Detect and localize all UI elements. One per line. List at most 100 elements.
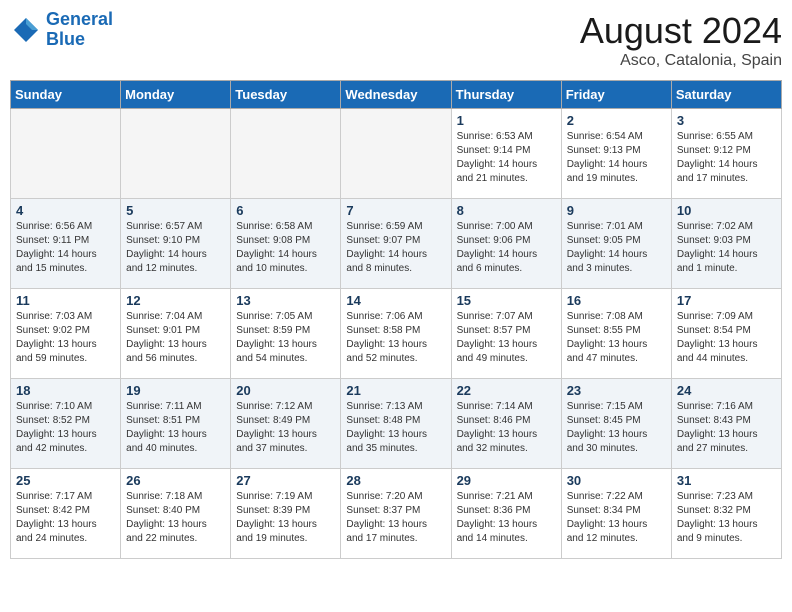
day-number: 19 (126, 383, 225, 398)
calendar-cell (341, 109, 451, 199)
day-info: Sunrise: 7:22 AMSunset: 8:34 PMDaylight:… (567, 490, 666, 546)
month-title: August 2024 (580, 10, 782, 52)
day-number: 28 (346, 473, 445, 488)
calendar-cell: 25Sunrise: 7:17 AMSunset: 8:42 PMDayligh… (11, 469, 121, 559)
calendar-cell: 16 Sunrise: 7:08 AMSunset: 8:55 PMDayligh… (561, 289, 671, 379)
day-number: 22 (457, 383, 556, 398)
day-number: 27 (236, 473, 335, 488)
calendar-cell: 10Sunrise: 7:02 AMSunset: 9:03 PMDayligh… (671, 199, 781, 289)
calendar-cell: 22 Sunrise: 7:14 AMSunset: 8:46 PMDayligh… (451, 379, 561, 469)
weekday-header: Sunday (11, 81, 121, 109)
day-info: Sunrise: 7:14 AMSunset: 8:46 PMDaylight:… (457, 400, 556, 456)
calendar-cell: 12 Sunrise: 7:04 AMSunset: 9:01 PMDayligh… (121, 289, 231, 379)
day-number: 8 (457, 203, 556, 218)
day-number: 5 (126, 203, 225, 218)
calendar-cell (231, 109, 341, 199)
day-info: Sunrise: 7:02 AMSunset: 9:03 PMDaylight:… (677, 220, 776, 276)
day-number: 14 (346, 293, 445, 308)
day-number: 4 (16, 203, 115, 218)
calendar-cell: 24 Sunrise: 7:16 AMSunset: 8:43 PMDayligh… (671, 379, 781, 469)
calendar-cell: 17 Sunrise: 7:09 AMSunset: 8:54 PMDayligh… (671, 289, 781, 379)
calendar-cell (11, 109, 121, 199)
calendar-cell: 4 Sunrise: 6:56 AMSunset: 9:11 PMDaylight… (11, 199, 121, 289)
day-info: Sunrise: 6:57 AMSunset: 9:10 PMDaylight:… (126, 220, 225, 276)
calendar-cell: 9Sunrise: 7:01 AMSunset: 9:05 PMDaylight… (561, 199, 671, 289)
day-number: 17 (677, 293, 776, 308)
calendar-cell: 2 Sunrise: 6:54 AMSunset: 9:13 PMDaylight… (561, 109, 671, 199)
day-info: Sunrise: 7:19 AMSunset: 8:39 PMDaylight:… (236, 490, 335, 546)
title-block: August 2024 Asco, Catalonia, Spain (580, 10, 782, 70)
calendar-cell: 26 Sunrise: 7:18 AMSunset: 8:40 PMDayligh… (121, 469, 231, 559)
day-info: Sunrise: 7:08 AMSunset: 8:55 PMDaylight:… (567, 310, 666, 366)
calendar-cell: 13 Sunrise: 7:05 AMSunset: 8:59 PMDayligh… (231, 289, 341, 379)
calendar-cell: 14 Sunrise: 7:06 AMSunset: 8:58 PMDayligh… (341, 289, 451, 379)
calendar-cell: 1 Sunrise: 6:53 AMSunset: 9:14 PMDaylight… (451, 109, 561, 199)
calendar-week-row: 11 Sunrise: 7:03 AMSunset: 9:02 PMDayligh… (11, 289, 782, 379)
calendar-cell: 27 Sunrise: 7:19 AMSunset: 8:39 PMDayligh… (231, 469, 341, 559)
day-info: Sunrise: 7:09 AMSunset: 8:54 PMDaylight:… (677, 310, 776, 366)
day-info: Sunrise: 7:11 AMSunset: 8:51 PMDaylight:… (126, 400, 225, 456)
day-number: 13 (236, 293, 335, 308)
day-info: Sunrise: 7:18 AMSunset: 8:40 PMDaylight:… (126, 490, 225, 546)
day-info: Sunrise: 6:55 AMSunset: 9:12 PMDaylight:… (677, 130, 776, 186)
day-info: Sunrise: 7:21 AMSunset: 8:36 PMDaylight:… (457, 490, 556, 546)
day-info: Sunrise: 7:23 AMSunset: 8:32 PMDaylight:… (677, 490, 776, 546)
day-number: 11 (16, 293, 115, 308)
day-number: 30 (567, 473, 666, 488)
day-number: 6 (236, 203, 335, 218)
day-info: Sunrise: 7:10 AMSunset: 8:52 PMDaylight:… (16, 400, 115, 456)
day-info: Sunrise: 7:06 AMSunset: 8:58 PMDaylight:… (346, 310, 445, 366)
calendar-cell: 21 Sunrise: 7:13 AMSunset: 8:48 PMDayligh… (341, 379, 451, 469)
day-number: 26 (126, 473, 225, 488)
calendar-table: SundayMondayTuesdayWednesdayThursdayFrid… (10, 80, 782, 559)
weekday-header: Wednesday (341, 81, 451, 109)
day-number: 15 (457, 293, 556, 308)
day-number: 24 (677, 383, 776, 398)
calendar-week-row: 18Sunrise: 7:10 AMSunset: 8:52 PMDayligh… (11, 379, 782, 469)
logo-text: General Blue (46, 10, 113, 50)
calendar-cell: 19 Sunrise: 7:11 AMSunset: 8:51 PMDayligh… (121, 379, 231, 469)
calendar-week-row: 25Sunrise: 7:17 AMSunset: 8:42 PMDayligh… (11, 469, 782, 559)
weekday-header: Thursday (451, 81, 561, 109)
day-number: 29 (457, 473, 556, 488)
day-info: Sunrise: 6:56 AMSunset: 9:11 PMDaylight:… (16, 220, 115, 276)
day-info: Sunrise: 7:20 AMSunset: 8:37 PMDaylight:… (346, 490, 445, 546)
page-header: General Blue August 2024 Asco, Catalonia… (10, 10, 782, 70)
day-info: Sunrise: 6:59 AMSunset: 9:07 PMDaylight:… (346, 220, 445, 276)
calendar-cell: 3Sunrise: 6:55 AMSunset: 9:12 PMDaylight… (671, 109, 781, 199)
calendar-cell: 20 Sunrise: 7:12 AMSunset: 8:49 PMDayligh… (231, 379, 341, 469)
weekday-header: Tuesday (231, 81, 341, 109)
day-info: Sunrise: 7:15 AMSunset: 8:45 PMDaylight:… (567, 400, 666, 456)
day-number: 21 (346, 383, 445, 398)
calendar-week-row: 1 Sunrise: 6:53 AMSunset: 9:14 PMDaylight… (11, 109, 782, 199)
day-info: Sunrise: 7:03 AMSunset: 9:02 PMDaylight:… (16, 310, 115, 366)
day-info: Sunrise: 7:04 AMSunset: 9:01 PMDaylight:… (126, 310, 225, 366)
day-info: Sunrise: 6:53 AMSunset: 9:14 PMDaylight:… (457, 130, 556, 186)
logo-icon (10, 14, 42, 46)
day-info: Sunrise: 7:00 AMSunset: 9:06 PMDaylight:… (457, 220, 556, 276)
day-number: 7 (346, 203, 445, 218)
day-info: Sunrise: 6:54 AMSunset: 9:13 PMDaylight:… (567, 130, 666, 186)
calendar-cell: 11 Sunrise: 7:03 AMSunset: 9:02 PMDayligh… (11, 289, 121, 379)
day-info: Sunrise: 7:01 AMSunset: 9:05 PMDaylight:… (567, 220, 666, 276)
day-number: 12 (126, 293, 225, 308)
day-number: 20 (236, 383, 335, 398)
day-info: Sunrise: 6:58 AMSunset: 9:08 PMDaylight:… (236, 220, 335, 276)
day-number: 16 (567, 293, 666, 308)
day-info: Sunrise: 7:12 AMSunset: 8:49 PMDaylight:… (236, 400, 335, 456)
calendar-cell: 31Sunrise: 7:23 AMSunset: 8:32 PMDayligh… (671, 469, 781, 559)
calendar-cell: 28 Sunrise: 7:20 AMSunset: 8:37 PMDayligh… (341, 469, 451, 559)
day-number: 2 (567, 113, 666, 128)
day-info: Sunrise: 7:16 AMSunset: 8:43 PMDaylight:… (677, 400, 776, 456)
day-number: 23 (567, 383, 666, 398)
calendar-cell: 23 Sunrise: 7:15 AMSunset: 8:45 PMDayligh… (561, 379, 671, 469)
calendar-cell: 15 Sunrise: 7:07 AMSunset: 8:57 PMDayligh… (451, 289, 561, 379)
day-number: 1 (457, 113, 556, 128)
day-info: Sunrise: 7:13 AMSunset: 8:48 PMDaylight:… (346, 400, 445, 456)
calendar-cell: 5 Sunrise: 6:57 AMSunset: 9:10 PMDaylight… (121, 199, 231, 289)
calendar-cell: 8 Sunrise: 7:00 AMSunset: 9:06 PMDaylight… (451, 199, 561, 289)
calendar-week-row: 4 Sunrise: 6:56 AMSunset: 9:11 PMDaylight… (11, 199, 782, 289)
calendar-cell: 30 Sunrise: 7:22 AMSunset: 8:34 PMDayligh… (561, 469, 671, 559)
day-info: Sunrise: 7:05 AMSunset: 8:59 PMDaylight:… (236, 310, 335, 366)
day-info: Sunrise: 7:07 AMSunset: 8:57 PMDaylight:… (457, 310, 556, 366)
